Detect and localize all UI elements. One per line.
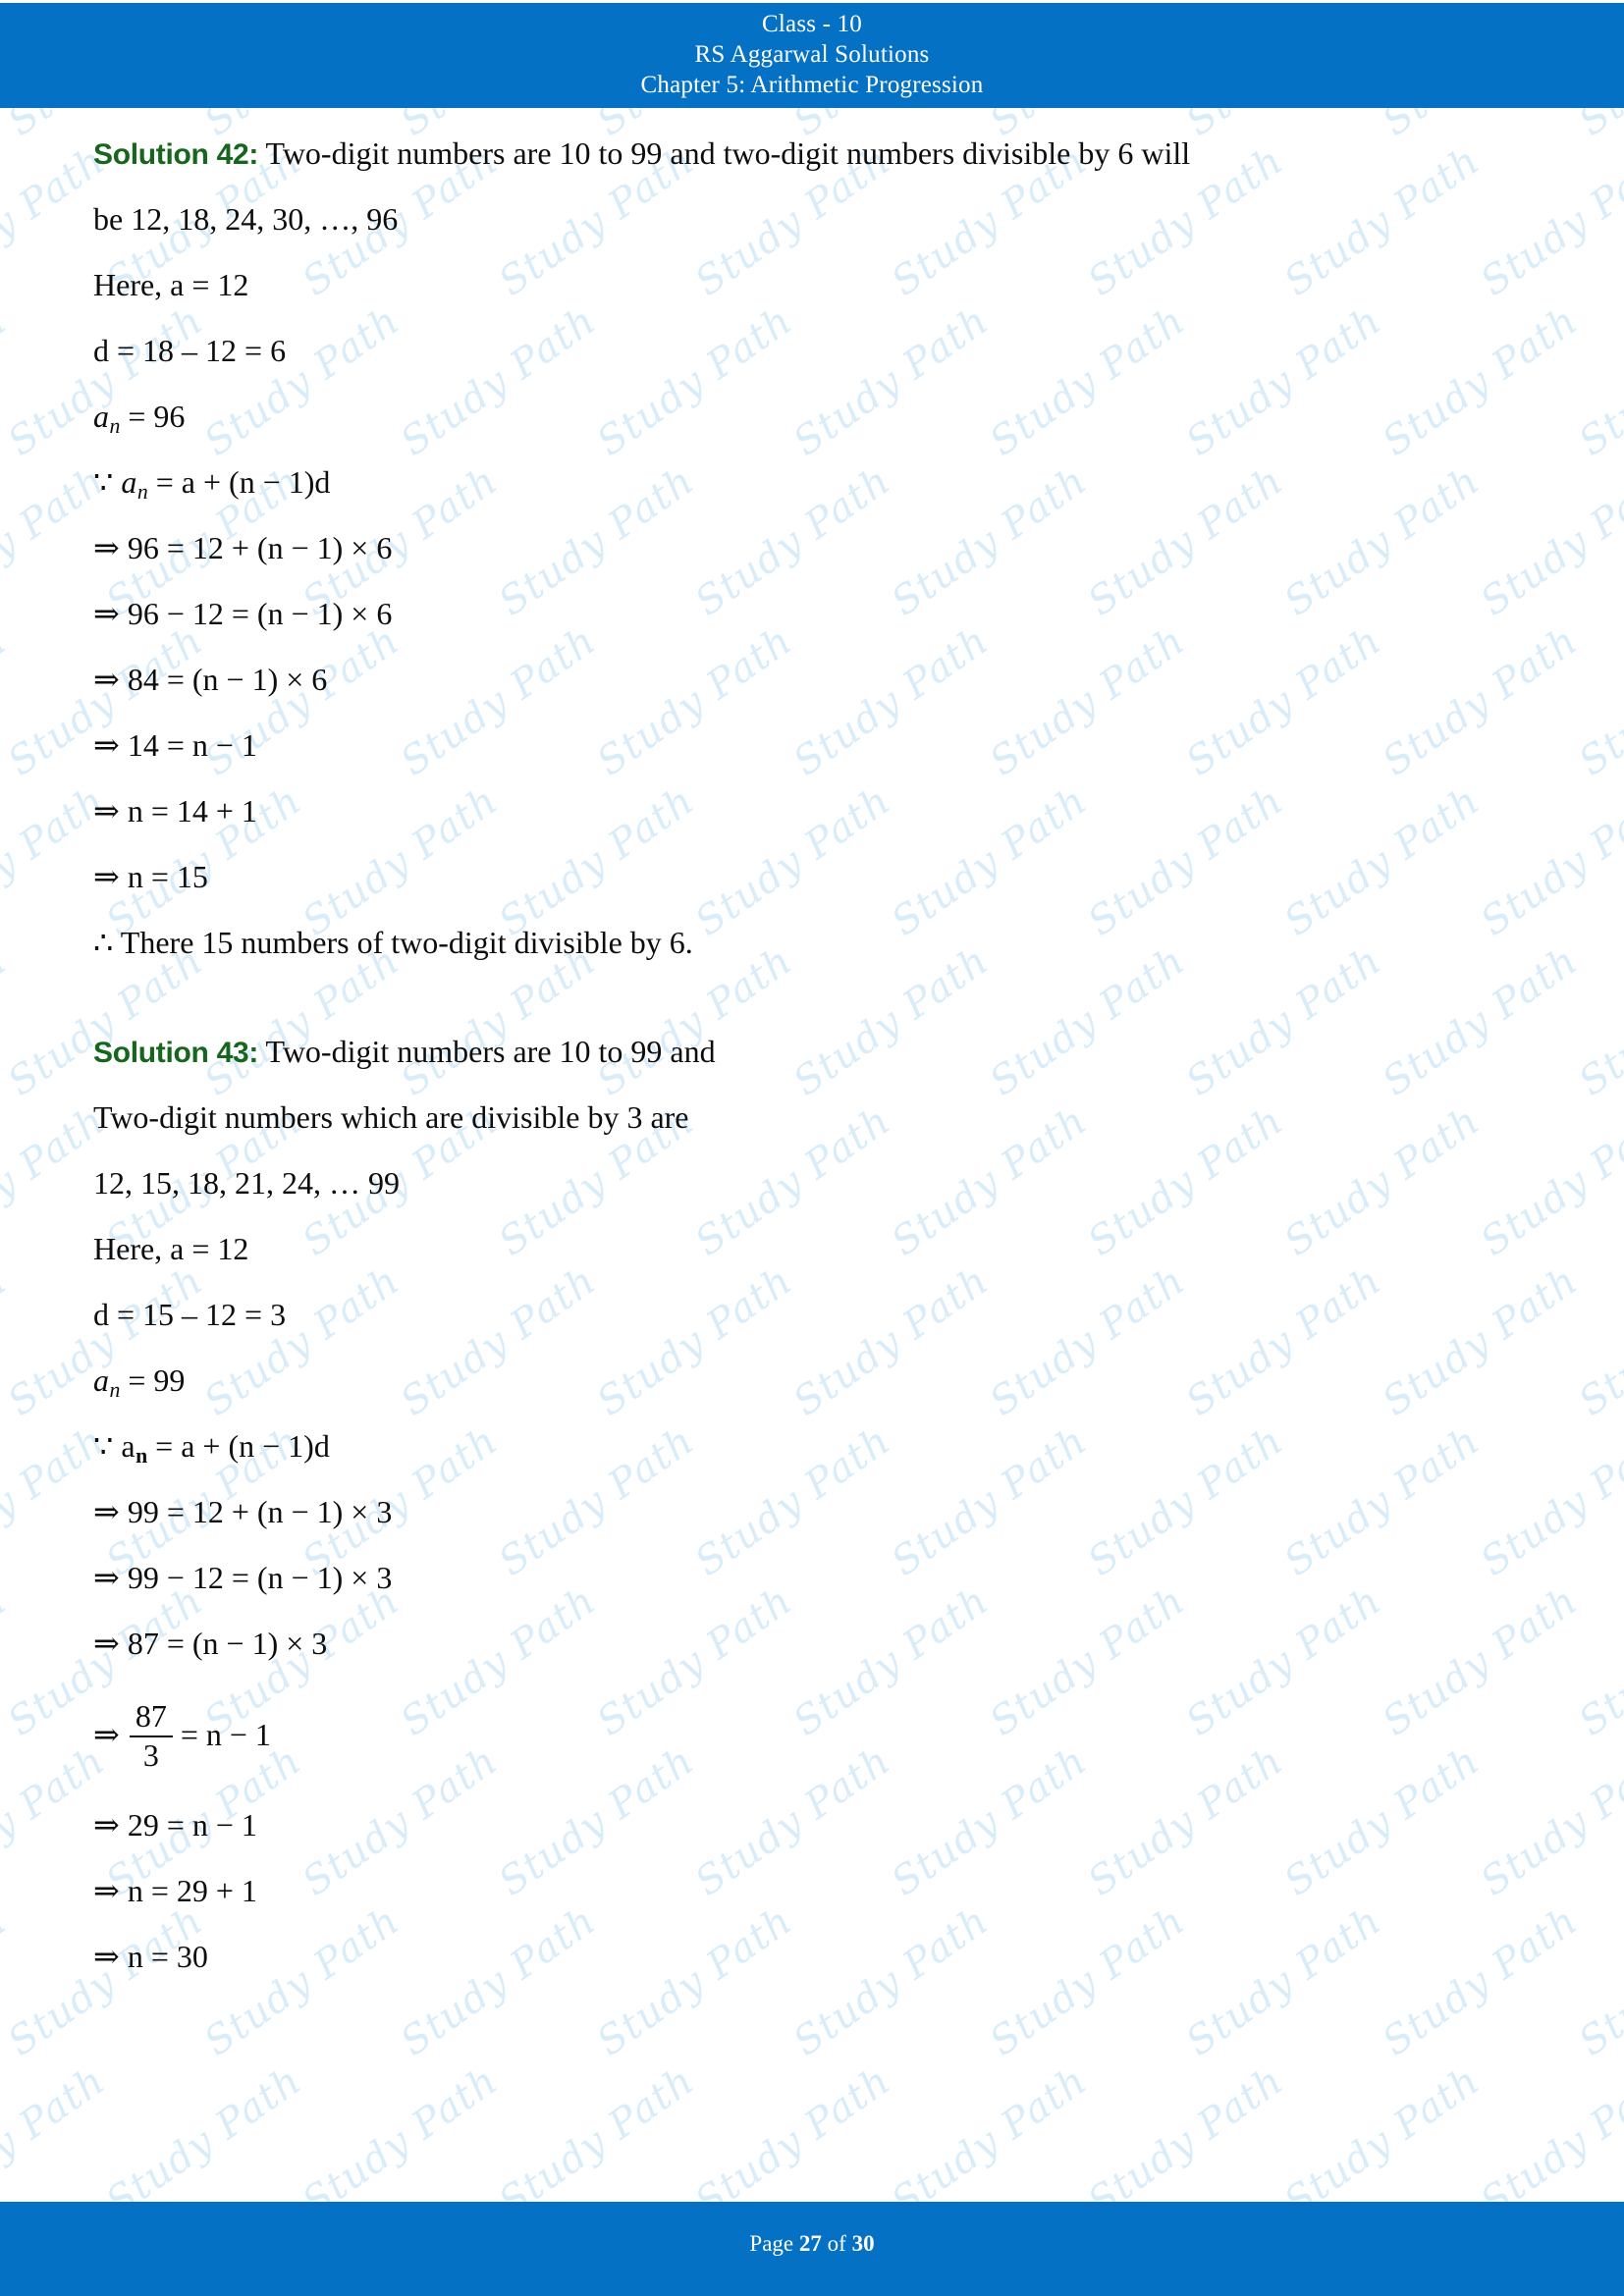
solution-43-line-8: ⇒ 99 = 12 + (n − 1) × 3 xyxy=(93,1494,393,1529)
solution-block-42: Solution 42: Two-digit numbers are 10 to… xyxy=(93,121,1537,976)
an-subscript: n xyxy=(109,1378,121,1403)
solution-42-label: Solution 42: xyxy=(93,138,259,171)
watermark-text: Study Path xyxy=(1276,2057,1489,2202)
watermark-text: Study Path xyxy=(0,617,16,785)
watermark-text: Study Path xyxy=(884,2057,1096,2202)
an-subscript: n xyxy=(109,414,121,439)
solution-43-line-6-rest: = 99 xyxy=(120,1362,186,1398)
solution-43-line-10: ⇒ 87 = (n − 1) × 3 xyxy=(93,1626,328,1661)
solution-42-line-5-rest: = 96 xyxy=(120,399,186,434)
solution-43-line-14: ⇒ n = 30 xyxy=(93,1939,208,1974)
solution-43-line-6: an = 99 xyxy=(93,1348,1537,1414)
solution-43-intro-line: Solution 43: Two-digit numbers are 10 to… xyxy=(93,1019,1537,1085)
an-variable: a xyxy=(93,1362,109,1398)
watermark-text: Study Path xyxy=(0,1257,16,1425)
watermark-text: Study Path xyxy=(1571,108,1624,145)
solution-42-line-6-rest: = a + (n − 1)d xyxy=(147,464,331,500)
watermark-text: Study Path xyxy=(1571,618,1624,785)
solution-42-line-4: d = 18 – 12 = 6 xyxy=(93,333,287,368)
watermark-text: Study Path xyxy=(0,297,16,465)
solution-43-line-7-rest: = a + (n − 1)d xyxy=(147,1428,330,1464)
an-variable: a xyxy=(93,399,109,434)
watermark-text: Study Path xyxy=(0,937,16,1105)
solution-42-intro-line: Solution 42: Two-digit numbers are 10 to… xyxy=(93,121,1537,187)
because-symbol: ∵ xyxy=(93,464,122,500)
header-chapter-line: Chapter 5: Arithmetic Progression xyxy=(640,72,984,98)
an-subscript: n xyxy=(135,1444,148,1468)
watermark-text: Study Path xyxy=(0,108,16,145)
watermark-text: Study Path xyxy=(687,2057,899,2202)
page-header: Class - 10 RS Aggarwal Solutions Chapter… xyxy=(0,3,1624,108)
solution-43-line-1: Two-digit numbers are 10 to 99 and xyxy=(265,1034,716,1069)
solution-block-43: Solution 43: Two-digit numbers are 10 to… xyxy=(93,1019,1537,1990)
watermark-text: Study Path xyxy=(1473,2057,1624,2202)
watermark-text: Study Path xyxy=(98,2057,310,2202)
an-variable: a xyxy=(121,464,137,500)
fraction-87-over-3: 87 3 xyxy=(129,1698,173,1773)
current-page-number: 27 xyxy=(798,2231,822,2256)
solution-43-line-9: ⇒ 99 − 12 = (n − 1) × 3 xyxy=(93,1560,393,1595)
watermark-text: Study Path xyxy=(1080,2057,1292,2202)
watermark-text: Study Path xyxy=(0,1897,16,2065)
header-class-line: Class - 10 xyxy=(762,11,862,37)
solution-43-label: Solution 43: xyxy=(93,1037,259,1069)
solution-42-conclusion: ∴ There 15 numbers of two-digit divisibl… xyxy=(93,925,693,960)
watermark-text: Study Path xyxy=(1571,1578,1624,1745)
page-of-label: of xyxy=(827,2231,846,2256)
fraction-denominator: 3 xyxy=(129,1735,173,1773)
page-number-text: Page 27 of 30 xyxy=(0,2230,1624,2258)
total-page-number: 30 xyxy=(851,2231,875,2256)
solution-42-line-11: ⇒ n = 14 + 1 xyxy=(93,793,257,828)
watermark-text: Study Path xyxy=(0,1577,16,1745)
watermark-text: Study Path xyxy=(295,2057,507,2202)
document-page: Study Path Study Path Study Path Study Path… xyxy=(0,0,1624,2296)
implies-arrow: ⇒ xyxy=(93,1717,120,1752)
solution-43-line-12: ⇒ 29 = n − 1 xyxy=(93,1807,257,1842)
watermark-text: Study Path xyxy=(491,2057,703,2202)
because-symbol: ∵ xyxy=(93,1428,122,1464)
solution-43-line-3: 12, 15, 18, 21, 24, … 99 xyxy=(93,1165,400,1201)
an-variable: a xyxy=(121,1428,135,1464)
page-prefix-label: Page xyxy=(749,2231,794,2256)
solution-42-line-7: ⇒ 96 = 12 + (n − 1) × 6 xyxy=(93,530,393,565)
solutions-content: Solution 42: Two-digit numbers are 10 to… xyxy=(93,121,1537,1990)
an-subscript: n xyxy=(136,480,148,505)
watermark-text: Study Path xyxy=(0,2057,114,2202)
solution-42-line-10: ⇒ 14 = n − 1 xyxy=(93,727,257,763)
solution-42-line-12: ⇒ n = 15 xyxy=(93,859,208,894)
fraction-numerator: 87 xyxy=(135,1698,167,1735)
solution-43-line-13: ⇒ n = 29 + 1 xyxy=(93,1873,257,1908)
watermark-text: Study Path xyxy=(1571,298,1624,465)
solution-42-line-5: an = 96 xyxy=(93,384,1537,450)
solution-42-line-6: ∵ an = a + (n − 1)d xyxy=(93,450,1537,515)
solution-43-fraction-rest: = n − 1 xyxy=(180,1717,271,1752)
watermark-text: Study Path xyxy=(1571,1898,1624,2065)
solution-42-line-8: ⇒ 96 − 12 = (n − 1) × 6 xyxy=(93,596,393,631)
solution-42-line-3: Here, a = 12 xyxy=(93,267,249,302)
solution-42-line-9: ⇒ 84 = (n − 1) × 6 xyxy=(93,662,328,697)
solution-43-line-5: d = 15 – 12 = 3 xyxy=(93,1297,287,1332)
solution-42-line-2: be 12, 18, 24, 30, …, 96 xyxy=(93,201,399,237)
solution-43-fraction-line: ⇒ 87 3 = n − 1 xyxy=(93,1677,1537,1792)
watermark-text: Study Path xyxy=(1571,1258,1624,1425)
watermark-text: Study Path xyxy=(1571,938,1624,1105)
solution-42-line-1: Two-digit numbers are 10 to 99 and two-d… xyxy=(265,135,1191,171)
solution-43-line-4: Here, a = 12 xyxy=(93,1231,249,1266)
solution-43-line-2: Two-digit numbers which are divisible by… xyxy=(93,1099,689,1135)
header-book-line: RS Aggarwal Solutions xyxy=(694,41,930,68)
page-footer: Page 27 of 30 xyxy=(0,2202,1624,2296)
solution-43-line-7: ∵ an = a + (n − 1)d xyxy=(93,1414,1537,1479)
